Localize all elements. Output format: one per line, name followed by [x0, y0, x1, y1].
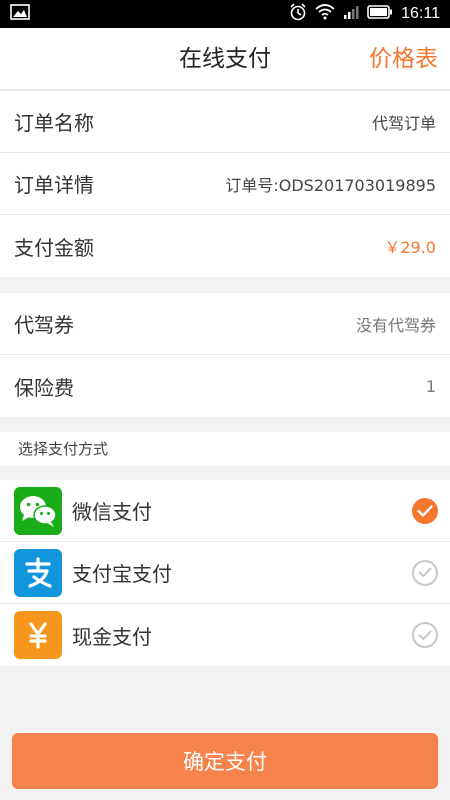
order-info-group: 订单名称 代驾订单 订单详情 订单号:ODS201703019895 支付金额 … [0, 91, 450, 277]
payment-amount-value: ￥29.0 [384, 238, 436, 257]
wifi-icon [315, 3, 335, 25]
payment-option-wechat[interactable]: 微信支付 [0, 480, 450, 542]
insurance-label: 保险费 [14, 375, 74, 400]
wechat-pay-icon [14, 486, 62, 535]
checked-radio-icon[interactable] [412, 497, 438, 524]
payment-method-list: 微信支付 支付宝支付 现金支付 [0, 480, 450, 666]
order-name-value: 代驾订单 [371, 113, 436, 133]
wechat-pay-label: 微信支付 [72, 500, 152, 524]
coupon-label: 代驾券 [14, 313, 74, 337]
payment-option-alipay[interactable]: 支付宝支付 [0, 542, 450, 604]
extras-group: 代驾券 没有代驾券 保险费 1 [0, 293, 450, 417]
order-detail-row: 订单详情 订单号:ODS201703019895 [0, 153, 450, 215]
payment-option-cash[interactable]: 现金支付 [0, 604, 450, 666]
cash-icon [14, 611, 62, 659]
status-bar: 16:11 [0, 0, 450, 28]
unchecked-radio-icon[interactable] [412, 559, 438, 586]
insurance-row: 保险费 1 [0, 355, 450, 417]
cash-pay-label: 现金支付 [72, 624, 152, 649]
price-list-link[interactable]: 价格表 [369, 28, 438, 90]
alarm-icon [289, 2, 307, 26]
alipay-icon [14, 548, 62, 597]
order-name-row: 订单名称 代驾订单 [0, 91, 450, 153]
coupon-row[interactable]: 代驾券 没有代驾券 [0, 293, 450, 355]
order-name-label: 订单名称 [14, 111, 94, 135]
order-number-value: 订单号:ODS201703019895 [225, 175, 436, 195]
status-time: 16:11 [401, 5, 440, 22]
payment-amount-row: 支付金额 ￥29.0 [0, 215, 450, 277]
payment-amount-label: 支付金额 [14, 235, 94, 260]
coupon-value: 没有代驾券 [355, 315, 436, 335]
signal-icon [343, 4, 359, 25]
image-icon [10, 3, 30, 25]
payment-method-section-title: 选择支付方式 [0, 432, 450, 466]
confirm-payment-button[interactable]: 确定支付 [12, 733, 438, 789]
battery-icon [367, 4, 393, 24]
unchecked-radio-icon[interactable] [412, 622, 438, 648]
order-detail-label: 订单详情 [14, 173, 94, 197]
title-bar: 在线支付 价格表 [0, 28, 450, 90]
alipay-label: 支付宝支付 [72, 562, 172, 586]
insurance-value: 1 [425, 376, 436, 396]
